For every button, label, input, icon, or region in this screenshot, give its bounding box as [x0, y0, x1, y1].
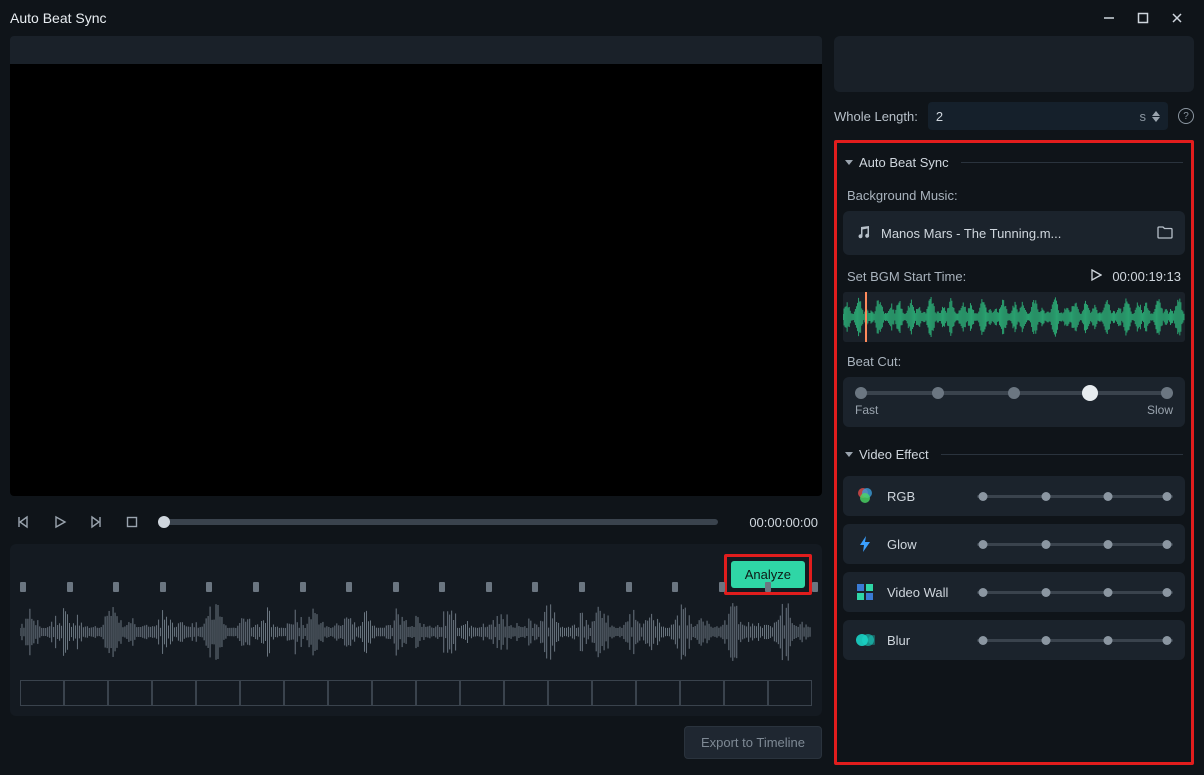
fx-name: Glow	[887, 537, 965, 552]
fx-slider[interactable]	[977, 591, 1173, 594]
beat-marker[interactable]	[206, 582, 212, 592]
beat-slow-label: Slow	[1147, 403, 1173, 417]
beat-marker[interactable]	[67, 582, 73, 592]
beat-marker[interactable]	[579, 582, 585, 592]
bgm-playhead[interactable]	[865, 292, 867, 342]
fx-row[interactable]: Glow	[843, 524, 1185, 564]
whole-length-stepper[interactable]	[1152, 107, 1160, 126]
window-title: Auto Beat Sync	[10, 10, 107, 26]
whole-length-field[interactable]: s	[928, 102, 1168, 130]
clip-segment[interactable]	[20, 680, 64, 706]
section-autobeat-header[interactable]: Auto Beat Sync	[843, 149, 1185, 176]
fx-slider[interactable]	[977, 495, 1173, 498]
beat-marker[interactable]	[626, 582, 632, 592]
fx-slider[interactable]	[977, 543, 1173, 546]
beat-marker[interactable]	[812, 582, 818, 592]
clip-segment[interactable]	[416, 680, 460, 706]
video-wall-icon	[855, 582, 875, 602]
close-button[interactable]	[1160, 4, 1194, 32]
beat-marker[interactable]	[253, 582, 259, 592]
timeline-panel: Analyze	[10, 544, 822, 716]
bgm-play-button[interactable]	[1090, 269, 1102, 284]
clip-segment[interactable]	[284, 680, 328, 706]
export-to-timeline-button[interactable]: Export to Timeline	[684, 726, 822, 759]
bg-music-label: Background Music:	[847, 188, 1181, 203]
blur-icon	[855, 630, 875, 650]
beat-marker[interactable]	[113, 582, 119, 592]
clip-segment[interactable]	[548, 680, 592, 706]
clip-segments[interactable]	[20, 680, 812, 706]
beat-marker[interactable]	[765, 582, 771, 592]
chevron-down-icon	[845, 452, 853, 457]
seek-slider[interactable]	[158, 519, 718, 525]
section-autobeat-title: Auto Beat Sync	[859, 155, 949, 170]
clip-segment[interactable]	[680, 680, 724, 706]
beat-marker[interactable]	[300, 582, 306, 592]
music-note-icon	[855, 224, 871, 243]
clip-segment[interactable]	[196, 680, 240, 706]
bg-music-row[interactable]: Manos Mars - The Tunning.m...	[843, 211, 1185, 255]
clip-segment[interactable]	[372, 680, 416, 706]
set-bgm-start-label: Set BGM Start Time:	[847, 269, 1080, 284]
timeline-waveform[interactable]	[20, 592, 812, 672]
beat-cut-slider[interactable]: Fast Slow	[843, 377, 1185, 427]
clip-segment[interactable]	[240, 680, 284, 706]
beat-marker[interactable]	[393, 582, 399, 592]
beat-marker[interactable]	[160, 582, 166, 592]
fx-name: Video Wall	[887, 585, 965, 600]
bg-music-name: Manos Mars - The Tunning.m...	[881, 226, 1147, 241]
play-button[interactable]	[50, 512, 70, 532]
minimize-button[interactable]	[1092, 4, 1126, 32]
beat-marker[interactable]	[486, 582, 492, 592]
prev-frame-button[interactable]	[14, 512, 34, 532]
settings-highlight: Auto Beat Sync Background Music: Manos M…	[834, 140, 1194, 765]
beat-marker[interactable]	[672, 582, 678, 592]
clip-segment[interactable]	[768, 680, 812, 706]
clip-segment[interactable]	[636, 680, 680, 706]
folder-icon[interactable]	[1157, 225, 1173, 242]
stop-button[interactable]	[122, 512, 142, 532]
clip-segment[interactable]	[108, 680, 152, 706]
rgb-icon	[855, 486, 875, 506]
preview-timecode: 00:00:00:00	[734, 515, 818, 530]
beat-fast-label: Fast	[855, 403, 878, 417]
clip-segment[interactable]	[592, 680, 636, 706]
next-frame-button[interactable]	[86, 512, 106, 532]
beat-cut-label: Beat Cut:	[847, 354, 1181, 369]
glow-icon	[855, 534, 875, 554]
bgm-waveform[interactable]	[843, 292, 1185, 342]
right-preview-placeholder	[834, 36, 1194, 92]
fx-row[interactable]: Video Wall	[843, 572, 1185, 612]
section-video-effect-title: Video Effect	[859, 447, 929, 462]
clip-segment[interactable]	[64, 680, 108, 706]
transport-bar: 00:00:00:00	[10, 506, 822, 534]
bgm-start-time: 00:00:19:13	[1112, 269, 1181, 284]
fx-row[interactable]: RGB	[843, 476, 1185, 516]
clip-segment[interactable]	[152, 680, 196, 706]
title-bar: Auto Beat Sync	[0, 0, 1204, 36]
clip-segment[interactable]	[328, 680, 372, 706]
beat-marker[interactable]	[719, 582, 725, 592]
help-icon[interactable]: ?	[1178, 108, 1194, 124]
whole-length-row: Whole Length: s ?	[834, 102, 1194, 130]
whole-length-unit: s	[1140, 109, 1147, 124]
chevron-down-icon	[845, 160, 853, 165]
fx-name: RGB	[887, 489, 965, 504]
maximize-button[interactable]	[1126, 4, 1160, 32]
beat-marker[interactable]	[20, 582, 26, 592]
clip-segment[interactable]	[460, 680, 504, 706]
fx-slider[interactable]	[977, 639, 1173, 642]
beat-marker[interactable]	[439, 582, 445, 592]
beat-marker[interactable]	[346, 582, 352, 592]
beat-marker[interactable]	[532, 582, 538, 592]
section-video-effect-header[interactable]: Video Effect	[843, 441, 1185, 468]
whole-length-input[interactable]	[936, 109, 1134, 124]
fx-row[interactable]: Blur	[843, 620, 1185, 660]
video-preview	[10, 36, 822, 496]
whole-length-label: Whole Length:	[834, 109, 918, 124]
clip-segment[interactable]	[724, 680, 768, 706]
clip-segment[interactable]	[504, 680, 548, 706]
fx-name: Blur	[887, 633, 965, 648]
